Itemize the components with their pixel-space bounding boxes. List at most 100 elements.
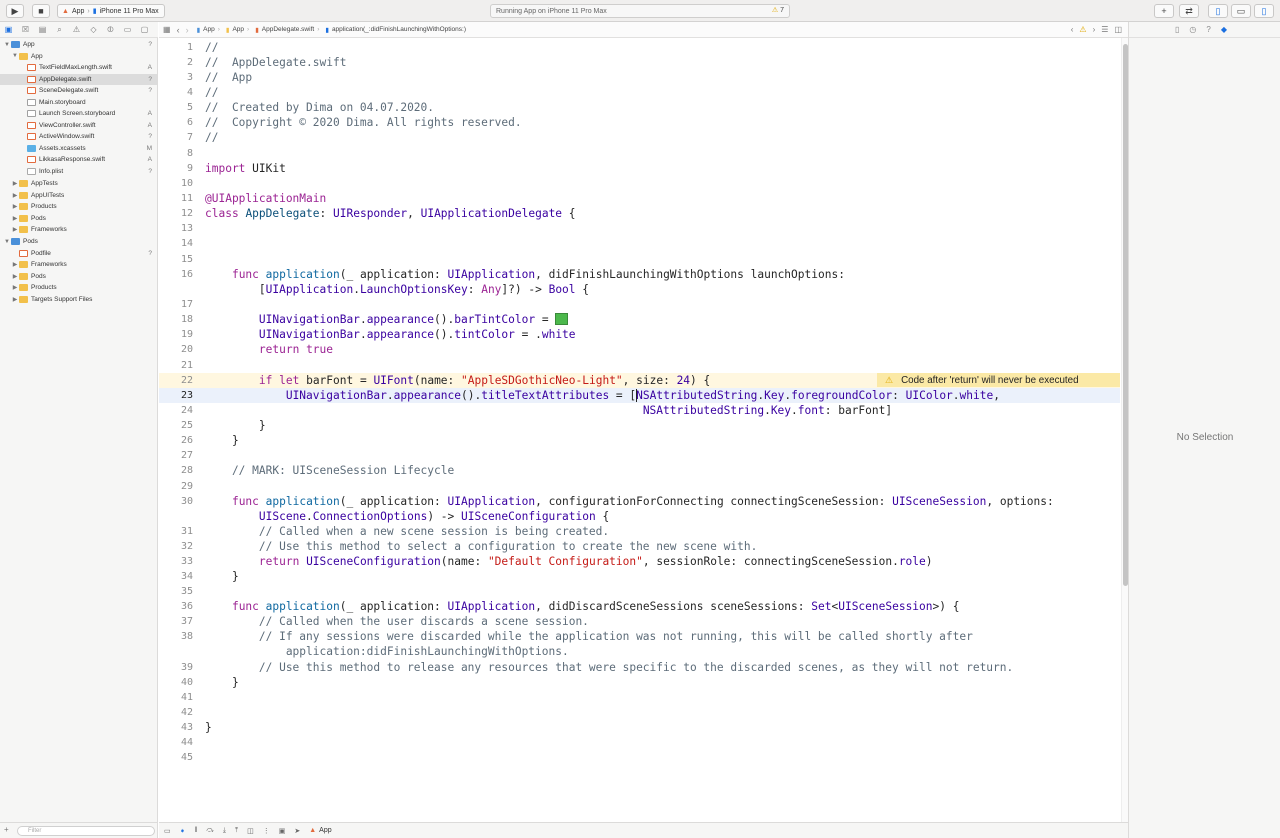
nav-row-project[interactable]: ▼ App? [0, 39, 157, 51]
nav-row-project[interactable]: ▼ Pods [0, 236, 157, 248]
line-number[interactable]: 31 [181, 526, 193, 537]
line-number[interactable]: 41 [181, 692, 193, 703]
hide-debug-area-icon[interactable]: ▭ [164, 827, 171, 835]
attributes-inspector-icon[interactable]: ◆ [1221, 25, 1227, 34]
report-navigator-icon[interactable]: ▢ [136, 25, 153, 34]
disclosure-closed-icon[interactable]: ▶ [11, 296, 19, 303]
disclosure-open-icon[interactable]: ▼ [3, 239, 11, 245]
nav-row-file[interactable]: Main.storyboard [0, 97, 157, 109]
debug-navigator-icon[interactable]: ⦷ [102, 25, 119, 35]
line-number[interactable]: 6 [187, 117, 193, 128]
code-review-button[interactable]: ⇄ [1179, 4, 1199, 18]
nav-row-file[interactable]: ViewController.swift A [0, 120, 157, 132]
test-navigator-icon[interactable]: ◇ [85, 25, 102, 34]
source-control-icon[interactable]: ☒ [17, 25, 34, 34]
line-number[interactable]: 13 [181, 223, 193, 234]
line-number[interactable]: 14 [181, 238, 193, 249]
step-out-icon[interactable]: ⤒ [235, 827, 238, 835]
disclosure-closed-icon[interactable]: ▶ [11, 192, 19, 199]
breadcrumb-method[interactable]: ▮ application(_:didFinishLaunchingWithOpt… [325, 26, 466, 34]
line-number[interactable]: 10 [181, 178, 193, 189]
line-number[interactable]: 28 [181, 465, 193, 476]
pause-icon[interactable]: ‖ [195, 827, 198, 834]
environment-overrides-icon[interactable]: ▣ [279, 827, 286, 835]
line-number[interactable]: 27 [181, 450, 193, 461]
line-number[interactable]: 42 [181, 707, 193, 718]
warning-count[interactable]: ⚠ 7 [772, 6, 784, 14]
disclosure-closed-icon[interactable]: ▶ [11, 261, 19, 268]
line-number[interactable]: 33 [181, 556, 193, 567]
line-number[interactable]: 32 [181, 541, 193, 552]
file-inspector-icon[interactable]: ▯ [1175, 25, 1179, 34]
line-number[interactable]: 38 [181, 631, 193, 642]
editor-scrollbar[interactable] [1121, 38, 1128, 822]
issue-navigator-icon[interactable]: ⚠ [68, 25, 85, 34]
line-number[interactable]: 21 [181, 360, 193, 371]
line-number[interactable]: 43 [181, 722, 193, 733]
line-number[interactable]: 34 [181, 571, 193, 582]
disclosure-closed-icon[interactable]: ▶ [11, 203, 19, 210]
nav-row-group[interactable]: ▶ AppUITests [0, 190, 157, 202]
history-inspector-icon[interactable]: ◷ [1189, 25, 1196, 34]
line-number[interactable]: 24 [181, 405, 193, 416]
view-debugger-icon[interactable]: ◫ [247, 827, 254, 835]
quick-help-icon[interactable]: ? [1206, 25, 1210, 34]
nav-row-file[interactable]: Launch Screen.storyboard A [0, 108, 157, 120]
nav-row-file[interactable]: Podfile? [0, 248, 157, 260]
nav-row-file[interactable]: Assets.xcassets M [0, 143, 157, 155]
line-number[interactable]: 17 [181, 299, 193, 310]
line-number[interactable]: 44 [181, 737, 193, 748]
line-number[interactable]: 22 [181, 375, 193, 386]
disclosure-closed-icon[interactable]: ▶ [11, 215, 19, 222]
find-navigator-icon[interactable]: ⌕ [51, 25, 68, 35]
line-number[interactable]: 40 [181, 677, 193, 688]
step-over-icon[interactable]: ⤼ [206, 827, 213, 835]
inspector-toggle-button[interactable]: ▯ [1254, 4, 1274, 18]
disclosure-closed-icon[interactable]: ▶ [11, 284, 19, 291]
nav-row-group[interactable]: ▶ Pods [0, 213, 157, 225]
disclosure-closed-icon[interactable]: ▶ [11, 273, 19, 280]
debug-area-toggle-button[interactable]: ▭ [1231, 4, 1251, 18]
line-number[interactable]: 15 [181, 254, 193, 265]
editor-options-icon[interactable]: ☰ [1101, 25, 1108, 34]
line-number[interactable]: 5 [187, 102, 193, 113]
nav-row-group[interactable]: ▶ Products [0, 282, 157, 294]
navigator-toggle-button[interactable]: ▯ [1208, 4, 1228, 18]
nav-row-file-selected[interactable]: AppDelegate.swift? [0, 73, 157, 85]
line-number[interactable]: 30 [181, 496, 193, 507]
disclosure-open-icon[interactable]: ▼ [3, 42, 11, 48]
disclosure-closed-icon[interactable]: ▶ [11, 180, 19, 187]
back-button[interactable]: ‹ [177, 25, 180, 35]
nav-row-group[interactable]: ▶ Products [0, 201, 157, 213]
disclosure-closed-icon[interactable]: ▶ [11, 226, 19, 233]
disclosure-open-icon[interactable]: ▼ [11, 53, 19, 59]
memory-graph-icon[interactable]: ⋮ [263, 827, 270, 835]
line-number[interactable]: 26 [181, 435, 193, 446]
symbol-navigator-icon[interactable]: ▤ [34, 25, 51, 34]
line-number[interactable]: 25 [181, 420, 193, 431]
line-number[interactable]: 8 [187, 148, 193, 159]
run-button[interactable]: ▶ [6, 4, 24, 18]
line-number[interactable]: 16 [181, 269, 193, 280]
line-number[interactable]: 39 [181, 662, 193, 673]
nav-row-file[interactable]: SceneDelegate.swift? [0, 85, 157, 97]
filter-field[interactable]: Filter [17, 826, 155, 836]
nav-row-group[interactable]: ▶ Frameworks [0, 224, 157, 236]
nav-row-group[interactable]: ▶ Frameworks [0, 259, 157, 271]
line-number[interactable]: 1 [187, 42, 193, 53]
breadcrumb-project[interactable]: ▮ App › [197, 26, 220, 34]
line-number[interactable]: 11 [181, 193, 193, 204]
line-number[interactable]: 2 [187, 57, 193, 68]
library-button[interactable]: + [1154, 4, 1174, 18]
split-editor-icon[interactable]: ◫ [1114, 25, 1122, 34]
nav-row-file[interactable]: ActiveWindow.swift? [0, 131, 157, 143]
forward-button[interactable]: › [186, 25, 189, 35]
related-items-icon[interactable]: ▦ [163, 25, 171, 34]
line-number[interactable]: 3 [187, 72, 193, 83]
warning-icon[interactable]: ⚠ [1079, 25, 1086, 34]
line-number[interactable]: 12 [181, 208, 193, 219]
breakpoint-navigator-icon[interactable]: ▭ [119, 25, 136, 34]
nav-row-file[interactable]: Info.plist? [0, 166, 157, 178]
nav-row-group-app[interactable]: ▼ App [0, 51, 157, 63]
line-number[interactable]: 9 [187, 163, 193, 174]
